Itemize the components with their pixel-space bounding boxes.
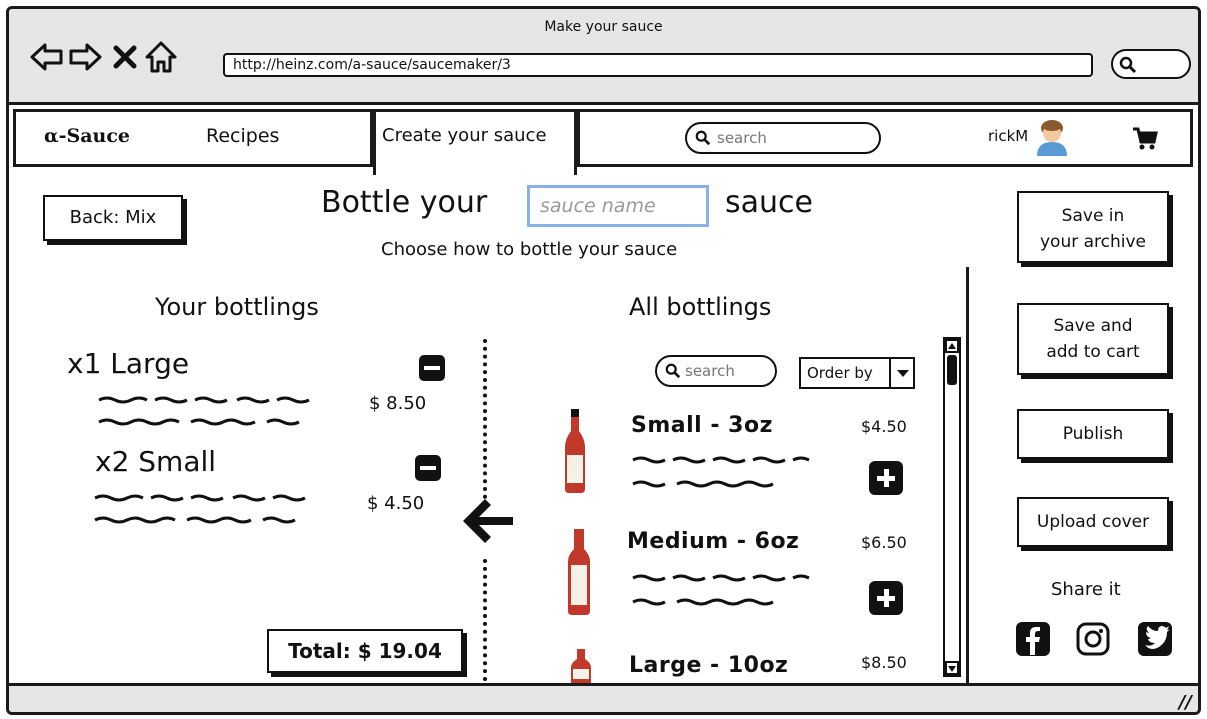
bottlings-search-input[interactable]: search xyxy=(655,355,777,387)
browser-search[interactable] xyxy=(1111,49,1191,79)
search-icon xyxy=(665,363,681,379)
add-small-button[interactable] xyxy=(869,461,903,495)
page-subtitle: Choose how to bottle your sauce xyxy=(381,239,678,260)
share-label: Share it xyxy=(1051,579,1121,600)
bottle-medium-icon xyxy=(568,529,590,615)
product-medium-name: Medium - 6oz xyxy=(627,529,800,554)
search-icon xyxy=(695,130,711,146)
twitter-icon[interactable] xyxy=(1137,621,1173,657)
cart-icon[interactable] xyxy=(1132,126,1158,152)
text-scribble xyxy=(632,456,810,464)
tab-create-your-sauce[interactable]: Create your sauce xyxy=(373,109,577,175)
total-display: Total: $ 19.04 xyxy=(267,629,463,673)
scroll-thumb[interactable] xyxy=(947,355,957,385)
dotted-divider xyxy=(483,339,487,499)
text-scribble xyxy=(632,574,810,582)
back-arrow-icon[interactable] xyxy=(29,39,65,75)
text-scribble xyxy=(98,418,300,426)
bottlings-scrollbar[interactable] xyxy=(943,337,961,677)
dotted-divider xyxy=(483,559,487,689)
product-small-name: Small - 3oz xyxy=(631,413,773,438)
facebook-icon[interactable] xyxy=(1015,621,1051,657)
product-medium-price: $6.50 xyxy=(861,533,907,552)
text-scribble xyxy=(98,396,310,404)
publish-button[interactable]: Publish xyxy=(1017,409,1169,459)
remove-small-button[interactable] xyxy=(415,455,441,481)
save-cart-label-2: add to cart xyxy=(1046,342,1140,362)
search-icon xyxy=(1119,56,1137,74)
nav-bar-left: α-Sauce Recipes xyxy=(13,109,373,167)
chevron-down-icon xyxy=(889,359,913,387)
page-title-prefix: Bottle your xyxy=(321,185,488,220)
close-icon[interactable] xyxy=(107,39,143,75)
search-placeholder: search xyxy=(717,129,767,147)
product-small-price: $4.50 xyxy=(861,417,907,436)
search-placeholder: search xyxy=(685,362,735,380)
text-scribble xyxy=(94,494,306,502)
site-nav: α-Sauce Recipes Create your sauce search… xyxy=(9,105,1198,175)
browser-chrome: Make your sauce http://heinz.com/a-sauce… xyxy=(9,9,1198,105)
save-archive-label-1: Save in xyxy=(1061,206,1125,226)
window-title: Make your sauce xyxy=(544,19,663,35)
upload-cover-button[interactable]: Upload cover xyxy=(1017,497,1169,547)
sauce-name-input[interactable]: sauce name xyxy=(527,185,709,227)
home-icon[interactable] xyxy=(143,39,179,75)
bottling-item-small-label: x2 Small xyxy=(95,445,217,478)
site-logo[interactable]: α-Sauce xyxy=(44,125,130,147)
browser-window: Make your sauce http://heinz.com/a-sauce… xyxy=(6,6,1201,715)
all-bottlings-title: All bottlings xyxy=(629,293,772,321)
bottle-small-icon xyxy=(565,409,585,493)
your-bottlings-title: Your bottlings xyxy=(155,293,319,321)
remove-large-button[interactable] xyxy=(419,355,445,381)
save-cart-label-1: Save and xyxy=(1053,316,1133,336)
forward-arrow-icon[interactable] xyxy=(67,39,103,75)
order-by-select[interactable]: Order by xyxy=(799,357,915,389)
bottle-large-icon xyxy=(571,649,591,683)
scroll-down-arrow-icon[interactable] xyxy=(945,661,959,675)
avatar[interactable] xyxy=(1035,118,1069,156)
nav-recipes[interactable]: Recipes xyxy=(206,112,279,160)
bottling-item-large-label: x1 Large xyxy=(67,347,190,380)
left-arrow-icon xyxy=(463,499,513,543)
instagram-icon[interactable] xyxy=(1075,621,1111,657)
page-title-suffix: sauce xyxy=(725,185,813,220)
status-bar: // xyxy=(9,683,1198,712)
site-search-input[interactable]: search xyxy=(685,122,881,154)
bottling-item-small-price: $ 4.50 xyxy=(367,493,425,514)
save-add-cart-button[interactable]: Save and add to cart xyxy=(1017,303,1169,375)
back-mix-button[interactable]: Back: Mix xyxy=(43,195,183,241)
text-scribble xyxy=(94,516,296,524)
product-large-price: $8.50 xyxy=(861,653,907,672)
order-by-label: Order by xyxy=(807,364,873,382)
save-archive-button[interactable]: Save in your archive xyxy=(1017,191,1169,263)
user-name[interactable]: rickM xyxy=(988,112,1028,160)
text-scribble xyxy=(632,480,774,488)
resize-grip-icon[interactable]: // xyxy=(1179,692,1192,712)
product-large-name: Large - 10oz xyxy=(629,653,789,678)
scroll-up-arrow-icon[interactable] xyxy=(945,339,959,353)
save-archive-label-2: your archive xyxy=(1039,232,1147,252)
add-medium-button[interactable] xyxy=(869,581,903,615)
bottling-item-large-price: $ 8.50 xyxy=(369,393,427,414)
right-column-divider xyxy=(966,267,969,697)
text-scribble xyxy=(632,598,774,606)
url-bar[interactable]: http://heinz.com/a-sauce/saucemaker/3 xyxy=(223,53,1093,77)
nav-bar-right: search rickM xyxy=(577,109,1193,167)
